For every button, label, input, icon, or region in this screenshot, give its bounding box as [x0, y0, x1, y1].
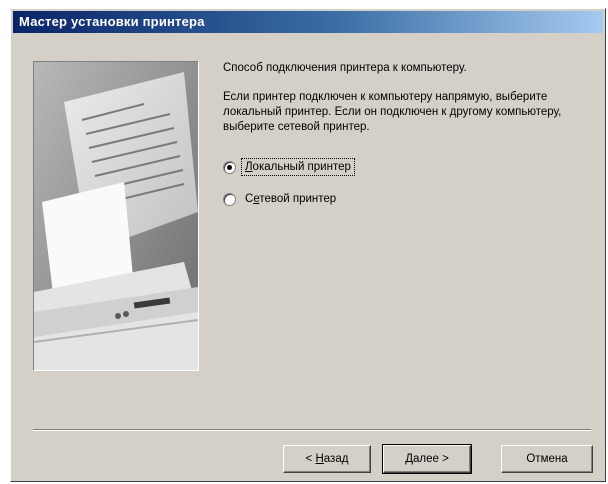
- window-title: Мастер установки принтера: [19, 14, 205, 29]
- cancel-button-label: Отмена: [526, 453, 568, 465]
- local-printer-mnemonic: Л: [245, 161, 253, 173]
- button-separator: [33, 429, 591, 431]
- step-heading: Способ подключения принтера к компьютеру…: [223, 62, 467, 74]
- local-printer-label-rest: окальный принтер: [252, 161, 351, 173]
- printer-illustration-icon: [34, 62, 198, 370]
- radio-network-printer[interactable]: Сетевой принтер: [223, 189, 593, 209]
- back-button-rest: азад: [323, 453, 349, 465]
- radio-local-printer[interactable]: Локальный принтер: [223, 157, 593, 177]
- radio-button-unchecked-icon[interactable]: [223, 192, 236, 206]
- cancel-button[interactable]: Отмена: [501, 445, 593, 473]
- printer-wizard-window: Мастер установки принтера Способ подключ…: [10, 8, 606, 482]
- title-bar: Мастер установки принтера: [13, 11, 603, 33]
- back-button-prefix: <: [305, 453, 316, 465]
- wizard-illustration: [33, 61, 199, 371]
- radio-button-checked-icon[interactable]: [223, 160, 236, 174]
- radio-local-printer-label[interactable]: Локальный принтер: [241, 158, 355, 176]
- back-button[interactable]: < Назад: [283, 445, 371, 473]
- wizard-content: Способ подключения принтера к компьютеру…: [223, 61, 593, 221]
- back-button-mnemonic: Н: [315, 453, 324, 465]
- next-button-rest: алее >: [412, 453, 449, 465]
- radio-network-printer-label[interactable]: Сетевой принтер: [242, 191, 339, 207]
- next-button-mnemonic: Д: [405, 453, 413, 465]
- network-printer-label-rest: тевой принтер: [259, 193, 337, 205]
- next-button[interactable]: Далее >: [382, 444, 472, 474]
- step-description: Если принтер подключен к компьютеру напр…: [223, 91, 562, 133]
